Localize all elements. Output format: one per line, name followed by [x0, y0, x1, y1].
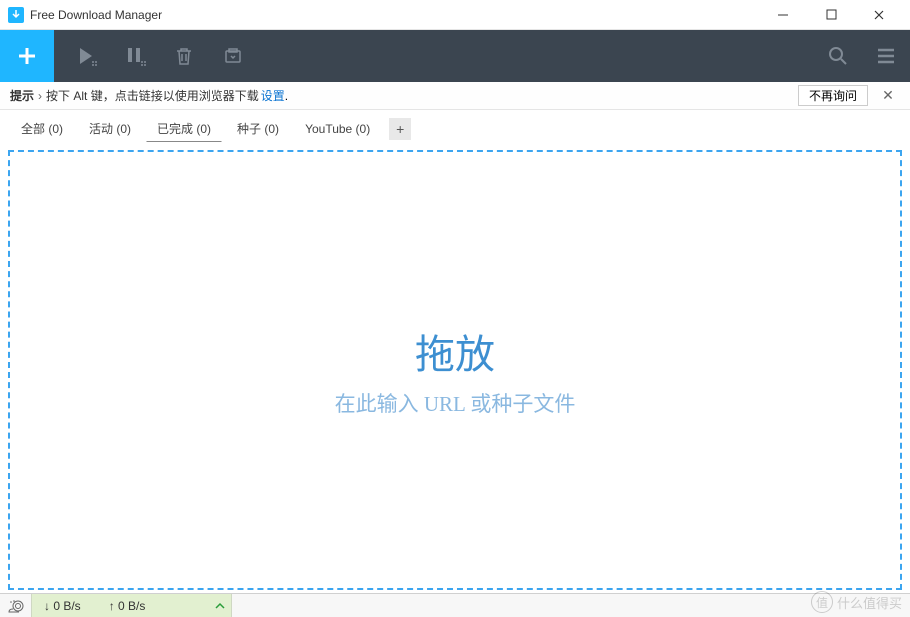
download-speed: ↓ 0 B/s	[44, 599, 81, 613]
hint-arrow-icon: ›	[38, 89, 42, 103]
window-title: Free Download Manager	[30, 8, 768, 22]
app-icon	[8, 7, 24, 23]
search-button[interactable]	[814, 30, 862, 82]
upload-speed: ↑ 0 B/s	[109, 599, 146, 613]
window-controls	[768, 5, 902, 25]
hint-dismiss-button[interactable]: 不再询问	[798, 85, 868, 106]
hint-settings-link[interactable]: 设置	[261, 87, 285, 104]
content-area: 拖放 在此输入 URL 或种子文件	[0, 142, 910, 598]
maximize-button[interactable]	[816, 5, 846, 25]
tab-youtube[interactable]: YouTube (0)	[294, 117, 381, 141]
tab-all[interactable]: 全部 (0)	[10, 115, 74, 142]
start-button[interactable]	[62, 30, 110, 82]
tab-completed[interactable]: 已完成 (0)	[146, 115, 222, 142]
tab-torrents[interactable]: 种子 (0)	[226, 115, 290, 142]
hint-text: 按下 Alt 键，点击链接以使用浏览器下载	[46, 87, 259, 104]
hint-period: .	[285, 89, 288, 103]
add-tab-button[interactable]: +	[389, 118, 411, 140]
titlebar: Free Download Manager	[0, 0, 910, 30]
tab-active[interactable]: 活动 (0)	[78, 115, 142, 142]
speed-indicator[interactable]: ↓ 0 B/s ↑ 0 B/s	[32, 594, 232, 617]
dropzone-title: 拖放	[415, 322, 495, 380]
hint-label: 提示	[10, 87, 34, 104]
chevron-up-icon[interactable]	[215, 602, 225, 610]
menu-button[interactable]	[862, 30, 910, 82]
toolbar	[0, 30, 910, 82]
hint-close-button[interactable]: ✕	[876, 86, 900, 106]
playback-group	[54, 30, 265, 82]
spacer	[265, 30, 814, 82]
status-bar: ↓ 0 B/s ↑ 0 B/s	[0, 593, 910, 617]
dropzone-subtitle: 在此输入 URL 或种子文件	[335, 388, 576, 418]
move-button[interactable]	[209, 30, 257, 82]
close-button[interactable]	[864, 5, 894, 25]
drop-zone[interactable]: 拖放 在此输入 URL 或种子文件	[8, 150, 902, 590]
tab-bar: 全部 (0) 活动 (0) 已完成 (0) 种子 (0) YouTube (0)…	[0, 110, 910, 142]
pause-button[interactable]	[111, 30, 159, 82]
add-download-button[interactable]	[0, 30, 54, 82]
minimize-button[interactable]	[768, 5, 798, 25]
hint-bar: 提示 › 按下 Alt 键，点击链接以使用浏览器下载 设置. 不再询问 ✕	[0, 82, 910, 110]
snail-mode-button[interactable]	[0, 594, 32, 617]
delete-button[interactable]	[160, 30, 208, 82]
